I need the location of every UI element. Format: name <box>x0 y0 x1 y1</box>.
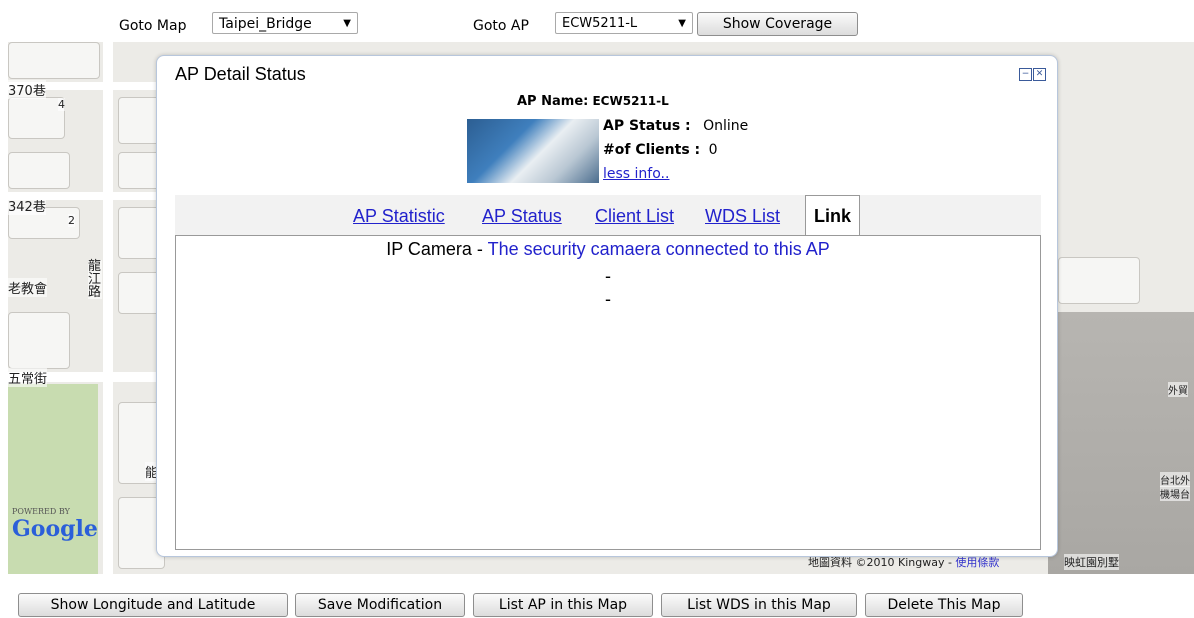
save-modification-button[interactable]: Save Modification <box>295 593 465 617</box>
map-label: 五常街 <box>8 368 48 387</box>
close-icon[interactable]: ✕ <box>1033 68 1046 81</box>
ap-photo <box>467 119 599 183</box>
dash-text: - <box>605 289 611 309</box>
goto-ap-label: Goto AP <box>473 18 529 34</box>
show-coverage-button[interactable]: Show Coverage <box>697 12 858 36</box>
dialog-title: AP Detail Status <box>175 64 306 84</box>
tab-ap-status[interactable]: AP Status <box>482 206 562 227</box>
ap-status-label: AP Status : <box>603 118 691 134</box>
map-block <box>8 42 100 79</box>
clients-value: 0 <box>708 142 718 158</box>
map-label: 370巷 <box>8 80 46 99</box>
google-wordmark: Google <box>12 516 98 542</box>
map-label: 台北外 <box>1160 472 1190 487</box>
ip-camera-row: IP Camera - The security camaera connect… <box>176 239 1040 260</box>
map-label: 龍江路 <box>88 259 102 300</box>
map-shaded-area <box>1048 312 1194 574</box>
minimize-icon[interactable]: − <box>1019 68 1032 81</box>
chevron-down-icon: ▼ <box>343 18 351 29</box>
chevron-down-icon: ▼ <box>678 18 686 29</box>
clients-label: #of Clients : <box>603 142 701 158</box>
map-park <box>8 384 98 574</box>
tab-ap-statistic[interactable]: AP Statistic <box>353 206 445 227</box>
dash-text: - <box>605 266 611 286</box>
goto-map-label: Goto Map <box>119 18 187 34</box>
tab-wds-list[interactable]: WDS List <box>705 206 780 227</box>
tab-client-list[interactable]: Client List <box>595 206 674 227</box>
show-lat-long-button[interactable]: Show Longitude and Latitude <box>18 593 288 617</box>
map-block <box>8 97 65 139</box>
ip-camera-link[interactable]: The security camaera connected to this A… <box>488 239 830 259</box>
map-label: 映虹園別墅 <box>1064 554 1119 570</box>
map-label: 老教會 <box>8 278 48 297</box>
delete-map-button[interactable]: Delete This Map <box>865 593 1023 617</box>
top-toolbar: Goto Map Taipei_Bridge ▼ Goto AP ECW5211… <box>0 0 1194 42</box>
bottom-toolbar: Show Longitude and Latitude Save Modific… <box>0 574 1194 618</box>
clients-row: #of Clients : 0 <box>603 142 718 158</box>
map-label: 342巷 <box>8 196 46 215</box>
ap-name-label: AP Name: <box>517 94 589 109</box>
ap-status-value: Online <box>703 118 749 134</box>
map-label: 4 <box>58 98 65 111</box>
google-logo[interactable]: POWERED BY Google <box>12 507 98 542</box>
terms-link[interactable]: 使用條款 <box>955 556 999 569</box>
ap-select-value: ECW5211-L <box>562 16 638 31</box>
copyright-text: 地圖資料 ©2010 Kingway - <box>808 556 956 569</box>
map-block <box>8 152 70 189</box>
map-block <box>1058 257 1140 304</box>
ap-status-row: AP Status : Online <box>603 118 748 134</box>
map-select[interactable]: Taipei_Bridge ▼ <box>212 12 358 34</box>
map-label: 外貿 <box>1168 382 1188 397</box>
map-label: 機場台 <box>1160 486 1190 501</box>
ap-name-value: ECW5211-L <box>592 94 669 108</box>
list-wds-button[interactable]: List WDS in this Map <box>661 593 857 617</box>
map-select-value: Taipei_Bridge <box>219 16 312 32</box>
ap-detail-dialog: AP Detail Status − ✕ AP Name: ECW5211-L … <box>156 55 1058 557</box>
map-block <box>8 312 70 369</box>
ap-name-row: AP Name: ECW5211-L <box>517 94 669 109</box>
map-road <box>103 42 113 574</box>
ap-select[interactable]: ECW5211-L ▼ <box>555 12 693 34</box>
tab-bar: AP Statistic AP Status Client List WDS L… <box>175 195 1041 235</box>
map-label: 2 <box>68 214 75 227</box>
ip-camera-prefix: IP Camera - <box>386 239 488 259</box>
less-info-link[interactable]: less info.. <box>603 166 669 182</box>
link-tab-panel: IP Camera - The security camaera connect… <box>175 235 1041 550</box>
powered-by-text: POWERED BY <box>12 507 70 516</box>
list-ap-button[interactable]: List AP in this Map <box>473 593 653 617</box>
tab-link[interactable]: Link <box>805 195 861 235</box>
